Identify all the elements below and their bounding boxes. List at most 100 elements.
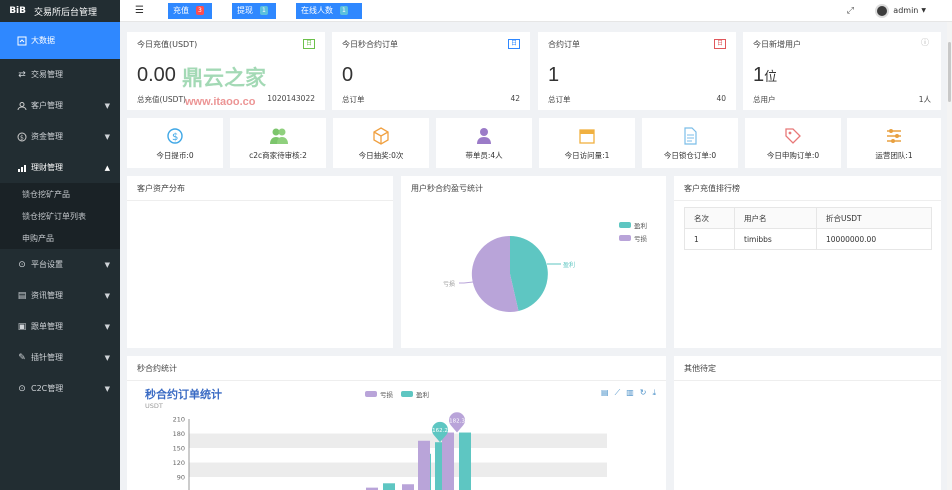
bar-loss — [402, 484, 414, 490]
withdraw-button[interactable]: 提现 1 — [232, 2, 276, 19]
sidebar-item-label: 跟单管理 — [31, 322, 63, 331]
box-icon — [372, 127, 390, 145]
online-users-button[interactable]: 在线人数 1 — [296, 2, 362, 19]
quick-card-c2c-merchant[interactable]: c2c商家待审核:2 — [230, 118, 326, 168]
sidebar-item-news[interactable]: ▤ 资讯管理 ▼ — [0, 280, 120, 311]
quick-card-lock-orders[interactable]: 今日锁仓订单:0 — [642, 118, 738, 168]
brand-title: 交易所后台管理 — [34, 7, 98, 18]
svg-text:$: $ — [20, 134, 24, 141]
divider — [674, 380, 941, 381]
username: admin — [893, 6, 919, 15]
sidebar-item-label: 交易管理 — [31, 70, 63, 79]
person-icon — [475, 127, 493, 145]
coin-icon: $ — [166, 127, 184, 145]
scrollbar-thumb[interactable] — [948, 42, 951, 102]
page-scrollbar[interactable] — [947, 22, 952, 490]
stat-title: 今日新增用户 — [753, 40, 801, 49]
brand-logo: BiB — [8, 4, 26, 18]
panel-customer-assets: 客户资产分布 — [127, 176, 393, 348]
grid-band — [189, 433, 607, 448]
stat-card-recharge: 今日充值(USDT) 日 0.00 总充值(USDT) 1020143022 鼎… — [127, 32, 325, 110]
day-tag: 日 — [713, 39, 726, 49]
rank-table: 名次 用户名 折合USDT 1 timibbs 10000000.00 — [684, 207, 932, 250]
pie-label-loss: 亏损 — [443, 280, 455, 288]
sidebar-item-platform-settings[interactable]: ⊙ 平台设置 ▼ — [0, 249, 120, 280]
sidebar-item-label: 平台设置 — [31, 260, 63, 269]
submenu-item-lock-mining-products[interactable]: 锁仓挖矿产品 — [0, 183, 120, 205]
amount-cell: 10000000.00 — [816, 228, 932, 250]
sidebar-item-pin[interactable]: ✎ 插针管理 ▼ — [0, 342, 120, 373]
quick-card-ops-team[interactable]: 运营团队:1 — [847, 118, 941, 168]
stat-foot-label: 总订单 — [342, 95, 365, 104]
sidebar-item-dashboard[interactable]: 大数据 — [0, 22, 120, 59]
panel-sec-contract: 秒合约统计 秒合约订单统计 USDT 亏损 盈利 ▤ ⟋ ▥ ↻ ⤓ 210 18… — [127, 356, 666, 490]
sliders-icon — [885, 127, 903, 145]
recharge-count-badge: 3 — [196, 6, 204, 15]
watermark-logo: 鼎云之家 — [182, 66, 266, 90]
table-header-row: 名次 用户名 折合USDT — [684, 207, 932, 229]
settings-icon: ⊙ — [18, 259, 26, 270]
sidebar-item-trading[interactable]: ⇄ 交易管理 — [0, 59, 120, 90]
bar-profit — [459, 432, 471, 490]
y-tick-label: 180 — [173, 430, 185, 438]
panel-title: 客户充值排行榜 — [684, 184, 740, 193]
quick-label: 今日抽奖:0次 — [358, 151, 404, 160]
y-tick-label: 90 — [177, 474, 185, 482]
brand[interactable]: BiB 交易所后台管理 — [0, 0, 120, 22]
grid-band — [189, 462, 607, 477]
sidebar-item-funds[interactable]: $ 资金管理 ▼ — [0, 121, 120, 152]
sidebar-item-label: C2C管理 — [31, 384, 64, 393]
divider — [127, 200, 393, 201]
pie-chart: 盈利 亏损 — [443, 235, 575, 312]
panel-title: 其他待定 — [684, 364, 716, 373]
quick-label: 今日提币:0 — [156, 151, 194, 160]
stat-value: 0.00 — [137, 64, 176, 86]
recharge-label: 充值 — [173, 6, 189, 15]
stat-value-number: 1 — [753, 64, 765, 86]
sidebar-item-finance[interactable]: 理财管理 ▲ — [0, 152, 120, 183]
online-users-count-badge: 1 — [340, 6, 348, 15]
avatar — [875, 3, 890, 18]
quick-card-withdraw[interactable]: $ 今日提币:0 — [127, 118, 223, 168]
stat-card-sec-orders: 今日秒合约订单 日 0 总订单 42 — [332, 32, 530, 110]
sidebar-item-label: 插针管理 — [31, 353, 63, 362]
pie-label-profit: 盈利 — [563, 261, 575, 269]
day-tag: 日 — [302, 39, 315, 49]
withdraw-count-badge: 1 — [260, 6, 268, 15]
sidebar-item-customers[interactable]: 客户管理 ▼ — [0, 90, 120, 121]
quick-card-subscription-orders[interactable]: 今日申购订单:0 — [745, 118, 841, 168]
table-row: 1 timibbs 10000000.00 — [684, 228, 932, 250]
menu-toggle-icon[interactable]: ☰ — [135, 5, 151, 16]
column-header: 名次 — [684, 207, 735, 229]
caret-down-icon: ▼ — [104, 353, 110, 362]
fullscreen-icon[interactable]: ⤢ — [847, 6, 854, 16]
caret-down-icon: ▼ — [104, 132, 110, 141]
column-header: 用户名 — [734, 207, 817, 229]
sidebar-item-copy-trading[interactable]: ▣ 跟单管理 ▼ — [0, 311, 120, 342]
column-header: 折合USDT — [816, 207, 932, 229]
bar-profit — [383, 483, 395, 490]
quick-card-lottery[interactable]: 今日抽奖:0次 — [333, 118, 429, 168]
caret-down-icon: ▼ — [104, 322, 110, 331]
quick-label: 今日申购订单:0 — [766, 151, 820, 160]
user-menu[interactable]: admin ▼ — [875, 3, 926, 18]
recharge-button[interactable]: 充值 3 — [168, 2, 212, 19]
caret-up-icon: ▲ — [104, 163, 110, 172]
c2c-icon: ⊙ — [18, 383, 26, 394]
rank-cell: 1 — [684, 228, 735, 250]
bar-loss — [418, 440, 430, 490]
tag-icon — [784, 127, 802, 145]
submenu-item-subscription-products[interactable]: 申购产品 — [0, 227, 120, 249]
stat-foot-label: 总订单 — [548, 95, 571, 104]
divider — [674, 200, 941, 201]
caret-down-icon: ▼ — [104, 260, 110, 269]
username-cell: timibbs — [734, 228, 817, 250]
submenu-item-lock-mining-orders[interactable]: 锁仓挖矿订单列表 — [0, 205, 120, 227]
bar-chart: 210 180 150 120 90 162.2182.3 — [173, 412, 607, 490]
quick-card-traders[interactable]: 带单员:4人 — [436, 118, 532, 168]
news-icon: ▤ — [17, 290, 27, 301]
quick-label: 运营团队:1 — [875, 151, 913, 160]
sidebar-item-c2c[interactable]: ⊙ C2C管理 ▼ — [0, 373, 120, 404]
svg-text:$: $ — [172, 132, 178, 143]
quick-card-visits[interactable]: 今日访问量:1 — [539, 118, 635, 168]
